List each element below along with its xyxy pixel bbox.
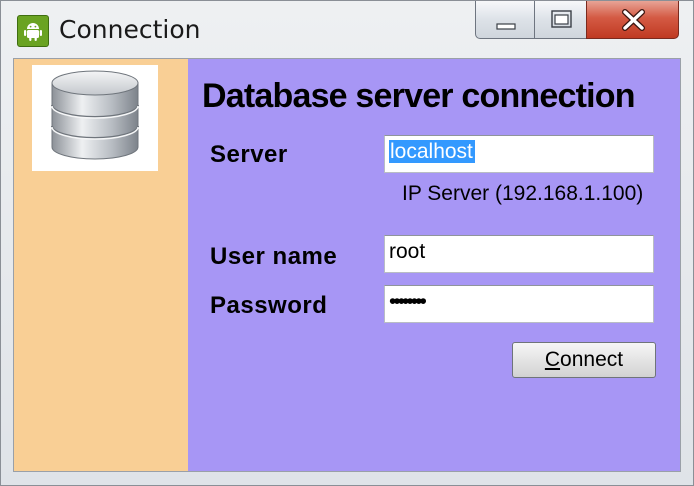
title-bar[interactable]: Connection [1,1,693,57]
database-icon [51,70,139,160]
page-title: Database server connection [202,77,636,115]
android-icon [17,15,49,47]
window-title: Connection [59,15,201,44]
close-button[interactable] [586,1,679,39]
maximize-icon [551,10,572,28]
connection-window: Connection Database server connection Se… [0,0,694,486]
maximize-button[interactable] [534,1,587,39]
database-image [32,65,158,171]
sidebar-panel [14,59,188,471]
client-area: Database server connection Server localh… [13,58,681,472]
username-label: User name [210,243,338,270]
server-input-value: localhost [389,140,475,163]
username-input-value: root [389,240,426,263]
password-input[interactable]: •••••••• [384,285,654,323]
password-label: Password [210,292,328,319]
server-input[interactable]: localhost [384,135,654,173]
server-hint: IP Server (192.168.1.100) [402,182,644,205]
connect-button-label: Connect [544,348,624,371]
username-input[interactable]: root [384,235,654,273]
password-input-value: •••••••• [389,290,427,313]
main-panel: Database server connection Server localh… [188,59,680,471]
server-label: Server [210,141,288,168]
close-icon [622,9,645,31]
connect-button[interactable]: Connect [512,342,656,378]
minimize-icon [496,23,516,30]
minimize-button[interactable] [475,1,535,39]
